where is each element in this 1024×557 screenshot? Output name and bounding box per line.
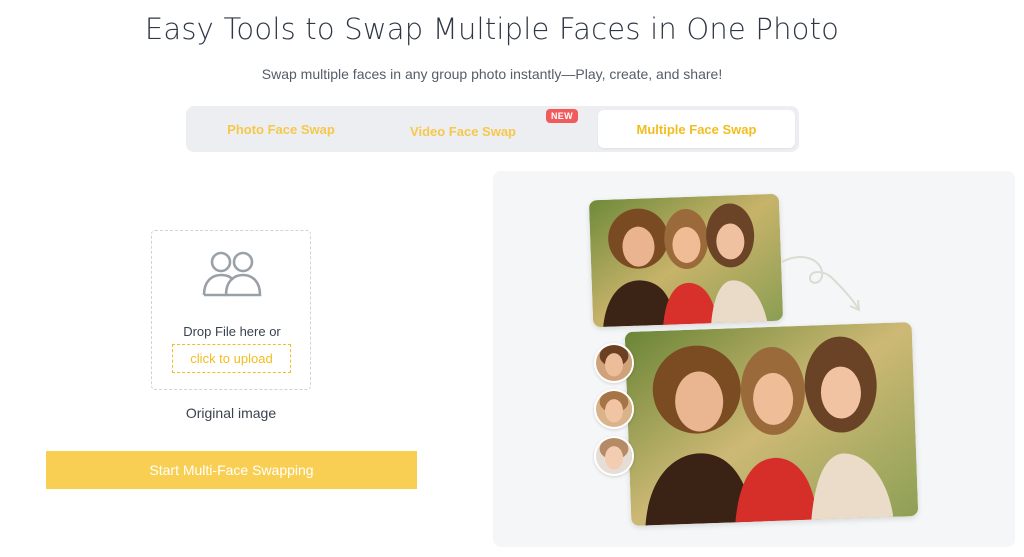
page-title: Easy Tools to Swap Multiple Faces in One… (144, 12, 840, 46)
start-swapping-button[interactable]: Start Multi-Face Swapping (46, 451, 417, 489)
original-image-label: Original image (185, 405, 277, 421)
face-thumbnail (594, 343, 634, 383)
original-group-photo (588, 193, 784, 328)
face-thumbnail (594, 389, 634, 429)
upload-dropzone[interactable]: Drop File here or click to upload (151, 230, 311, 390)
page-subtitle: Swap multiple faces in any group photo i… (261, 66, 723, 82)
face-thumbnail (594, 436, 634, 476)
curved-arrow-icon (781, 256, 861, 312)
click-to-upload-button[interactable]: click to upload (172, 344, 291, 373)
tab-video-face-swap[interactable]: Video Face Swap (372, 110, 554, 148)
new-badge: NEW (546, 109, 578, 123)
swapped-group-photo (624, 322, 919, 526)
tab-photo-face-swap[interactable]: Photo Face Swap (190, 110, 372, 148)
drop-file-text: Drop File here or (183, 324, 281, 339)
people-icon (202, 251, 262, 297)
tab-multiple-face-swap[interactable]: Multiple Face Swap (598, 110, 795, 148)
tool-tabs: Photo Face Swap Video Face Swap NEW Mult… (186, 106, 799, 152)
